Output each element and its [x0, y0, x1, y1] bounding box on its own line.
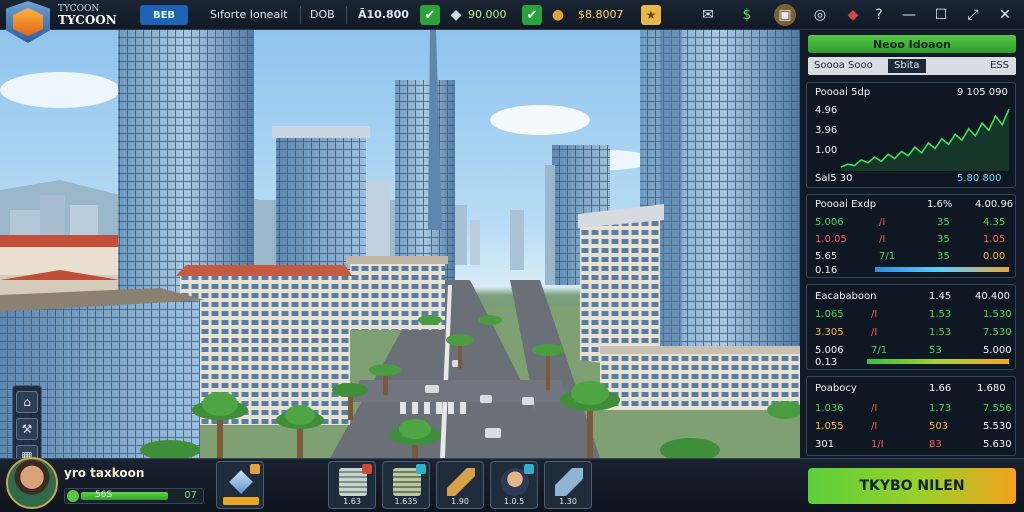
chart-title: Poooai 5dp: [815, 87, 871, 98]
top-bar: ВЕВ Sıforte Ioneait DOB Ā10.800 ✔ ◆ 90.0…: [0, 0, 1024, 30]
market-card-2[interactable]: Eacababoon 1.45 40.400 1.065 /I 1.53 1.5…: [806, 284, 1016, 370]
map-icon[interactable]: ▦: [16, 445, 38, 458]
chart-footer-right: 5.80 800: [957, 173, 1002, 184]
badge-icon: [416, 464, 426, 474]
progress-strip: [875, 267, 1009, 272]
city-viewport[interactable]: ⌂ ⚒ ▦: [0, 30, 800, 458]
chart-value: 9 105 090: [957, 87, 1008, 98]
player-level-bar: 56S 07: [64, 488, 204, 504]
check-icon[interactable]: ✔: [522, 5, 542, 25]
chart-footer-left: Sal5 30: [815, 173, 853, 184]
cash-value: Ā10.800: [358, 8, 409, 21]
minimize-icon[interactable]: —: [898, 4, 920, 26]
y-tick: 4.96: [815, 105, 838, 116]
gift-icon[interactable]: ▣: [774, 4, 796, 26]
brand-title: TYCOON TYCOON: [58, 4, 117, 27]
player-name: yro taxkoon: [64, 466, 145, 480]
market-card-1[interactable]: Poooai Exdp 1.6% 4.00.96 5.006 /I 35 4.3…: [806, 194, 1016, 278]
rocket-icon: [555, 468, 583, 496]
inventory-slot-cube[interactable]: [216, 461, 264, 509]
badge-icon: [250, 464, 260, 474]
panel-tab-row[interactable]: Soooa Sooo Sbita ESS: [808, 57, 1016, 75]
build-icon[interactable]: ⌂: [16, 391, 38, 413]
inventory-slot-bills[interactable]: 1.635: [382, 461, 430, 509]
money-value: $8.8007: [578, 8, 624, 21]
side-toolbar: ⌂ ⚒ ▦: [12, 385, 42, 458]
tab-active[interactable]: Sbita: [888, 59, 926, 73]
slot-bar: [223, 497, 259, 505]
alert-icon[interactable]: ◆: [842, 4, 864, 26]
menu-label[interactable]: Sıforte Ioneait: [210, 8, 288, 21]
cube-icon: [229, 470, 253, 494]
dollar-icon[interactable]: $: [736, 4, 758, 26]
divider: [346, 6, 347, 24]
level-icon: [67, 490, 79, 502]
divider: [300, 6, 301, 24]
gem-icon: ◆: [450, 7, 462, 23]
y-tick: 1.00: [815, 145, 838, 156]
stock-chart-card[interactable]: Poooai 5dp 9 105 090 4.96 3.96 1.00 Sal5…: [806, 82, 1016, 188]
scroll-icon: [447, 468, 475, 496]
restore-icon[interactable]: ☐: [930, 4, 952, 26]
maximize-icon[interactable]: ⤢: [962, 4, 984, 26]
inventory-slot-cash[interactable]: 1.63: [328, 461, 376, 509]
tools-icon[interactable]: ⚒: [16, 418, 38, 440]
market-card-3[interactable]: Poabocy 1.66 1.680 1.036 /I 1.73 7.556 1…: [806, 376, 1016, 456]
panel-header-button[interactable]: Neoo Idoaon: [808, 35, 1016, 53]
inventory-slot-scroll[interactable]: 1.90: [436, 461, 484, 509]
mail-icon[interactable]: ✉: [697, 4, 719, 26]
badge-icon: [362, 464, 372, 474]
level-label: 56S: [95, 490, 113, 500]
menu-label-2[interactable]: DOB: [310, 8, 335, 21]
level-number: 07: [184, 490, 197, 501]
city-illustration: [0, 30, 800, 458]
rank-badge[interactable]: ВЕВ: [140, 5, 188, 25]
check-icon[interactable]: ✔: [420, 5, 440, 25]
resource-value: 90.000: [468, 8, 507, 21]
y-tick: 3.96: [815, 125, 838, 136]
inventory-slot-character[interactable]: 1.0.5: [490, 461, 538, 509]
player-avatar[interactable]: [6, 457, 58, 509]
help-icon[interactable]: ?: [868, 4, 890, 26]
gold-icon[interactable]: ★: [641, 5, 661, 25]
badge-icon: [524, 464, 534, 474]
inventory-slot-rocket[interactable]: 1.30: [544, 461, 592, 509]
close-icon[interactable]: ✕: [994, 4, 1016, 26]
main-action-button[interactable]: TKYBO NILEN: [808, 468, 1016, 504]
progress-strip: [867, 359, 1009, 364]
stock-line-chart: [840, 108, 1010, 171]
coin-icon: ●: [551, 7, 565, 23]
settings-icon[interactable]: ◎: [809, 4, 831, 26]
